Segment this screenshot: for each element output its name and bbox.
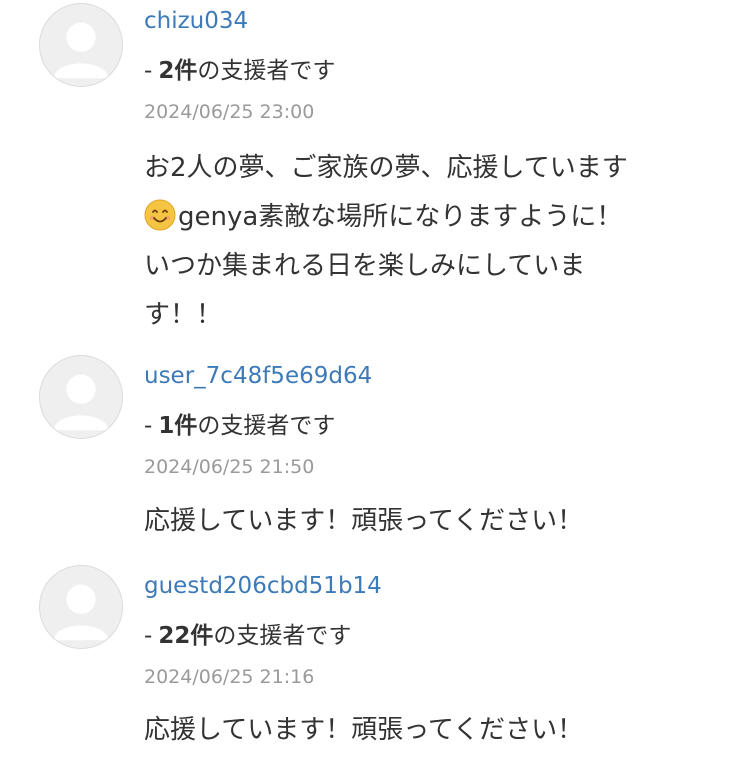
- comment-timestamp: 2024/06/25 23:00: [144, 101, 315, 123]
- comment-timestamp: 2024/06/25 21:50: [144, 456, 315, 478]
- supporter-suffix: の支援者です: [197, 58, 336, 84]
- comment-body: お2人の夢、ご家族の夢、応援しています genya素敵な場所になりますように！ …: [144, 144, 714, 340]
- comment-line: お2人の夢、ご家族の夢、応援しています: [144, 153, 628, 183]
- comment-line-with-emoji: genya素敵な場所になりますように！: [144, 193, 714, 242]
- supporter-count: 2件: [158, 58, 198, 84]
- avatar[interactable]: [39, 355, 123, 439]
- default-user-avatar-icon: [53, 22, 109, 79]
- default-user-avatar-icon: [53, 374, 109, 431]
- username-link[interactable]: guestd206cbd51b14: [144, 573, 382, 599]
- supporter-count: 22件: [158, 623, 214, 649]
- supporter-info: -1件の支援者です: [144, 406, 335, 440]
- username-link[interactable]: user_7c48f5e69d64: [144, 363, 372, 389]
- smiling-face-emoji-icon: [144, 199, 176, 231]
- supporter-suffix: の支援者です: [197, 413, 336, 439]
- supporter-count: 1件: [158, 413, 198, 439]
- comment-timestamp: 2024/06/25 21:16: [144, 666, 315, 688]
- supporter-info: -22件の支援者です: [144, 616, 351, 650]
- supporter-prefix: -: [144, 413, 153, 439]
- comment-line: 応援しています！頑張ってください！: [144, 506, 584, 536]
- comment-line-text: genya素敵な場所になりますように！: [178, 202, 623, 232]
- avatar[interactable]: [39, 565, 123, 649]
- supporter-info: -2件の支援者です: [144, 51, 335, 85]
- comment-body: 応援しています！頑張ってください！: [144, 497, 714, 546]
- comment-body: 応援しています！頑張ってください！: [144, 706, 714, 755]
- supporter-prefix: -: [144, 623, 153, 649]
- comment-line: す！！: [144, 300, 223, 330]
- username-link[interactable]: chizu034: [144, 8, 248, 34]
- default-user-avatar-icon: [53, 584, 109, 641]
- avatar[interactable]: [39, 3, 123, 87]
- supporter-prefix: -: [144, 58, 153, 84]
- comment-line: いつか集まれる日を楽しみにしていま: [144, 251, 586, 281]
- supporter-suffix: の支援者です: [213, 623, 352, 649]
- comment-line: 応援しています！頑張ってください！: [144, 715, 584, 745]
